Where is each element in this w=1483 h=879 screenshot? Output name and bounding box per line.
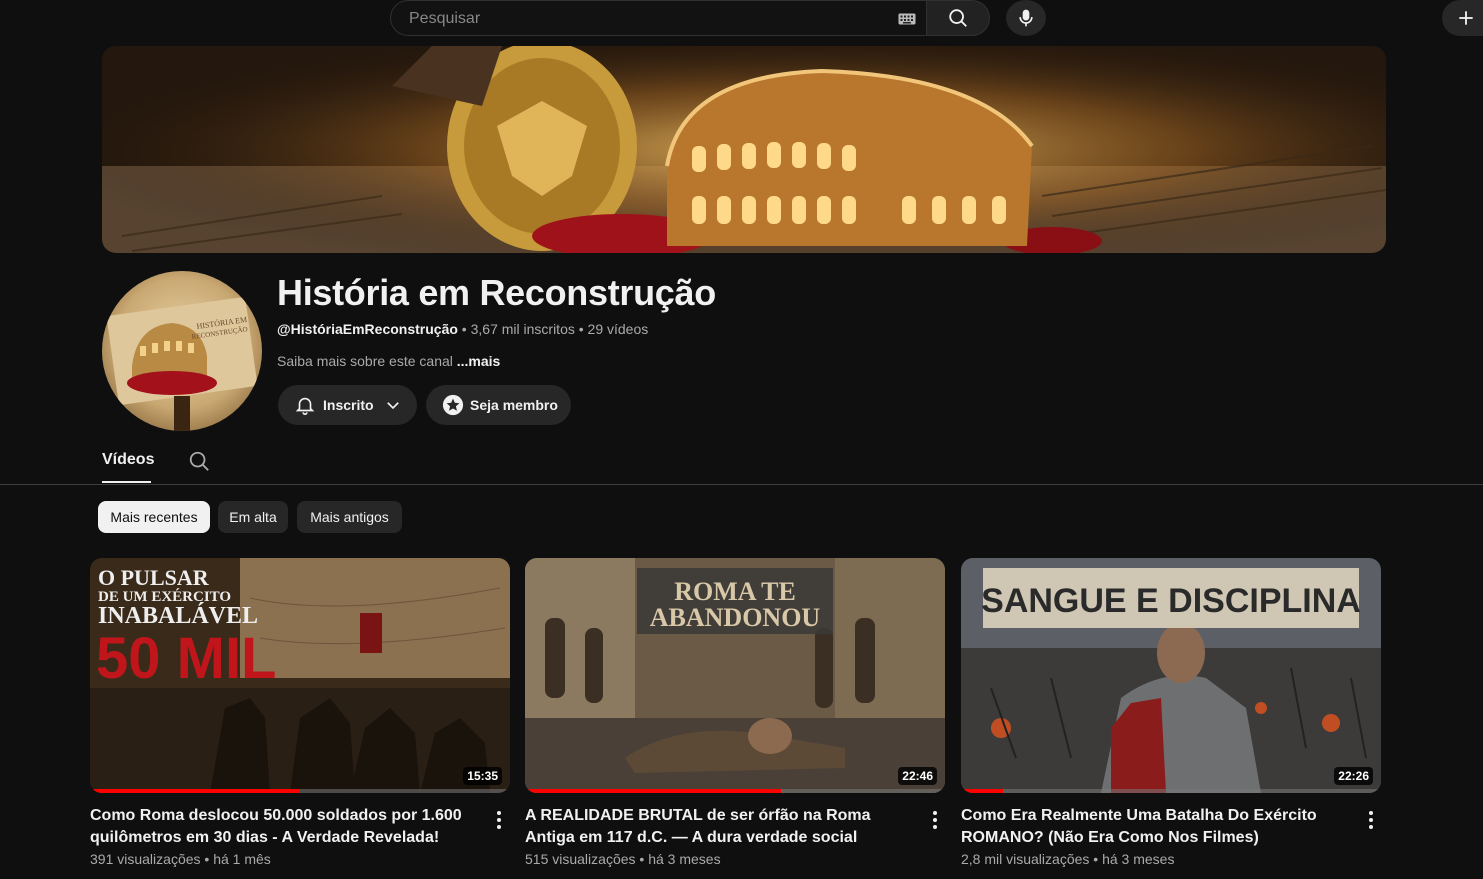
tab-active-indicator bbox=[102, 481, 151, 483]
video-thumbnail[interactable]: O PULSAR DE UM EXÉRCITO INABALÁVEL 50 MI… bbox=[90, 558, 510, 793]
avatar-art: HISTÓRIA EM RECONSTRUÇÃO bbox=[106, 296, 258, 431]
video-duration: 22:26 bbox=[1334, 767, 1373, 785]
thumbnail-art: SANGUE E DISCIPLINA bbox=[961, 558, 1381, 793]
video-menu-button[interactable] bbox=[487, 808, 511, 832]
about-text: Saiba mais sobre este canal bbox=[277, 353, 457, 369]
search-icon[interactable] bbox=[188, 450, 210, 472]
join-member-button[interactable]: Seja membro bbox=[426, 385, 571, 425]
video-thumbnail[interactable]: SANGUE E DISCIPLINA 22:26 bbox=[961, 558, 1381, 793]
watch-progress bbox=[90, 789, 510, 793]
channel-banner bbox=[102, 46, 1386, 253]
channel-stats: • 3,67 mil inscritos • 29 vídeos bbox=[457, 321, 649, 337]
video-meta: 391 visualizações • há 1 mês bbox=[90, 851, 271, 867]
bell-icon bbox=[295, 397, 315, 415]
search-box bbox=[390, 0, 926, 37]
watch-progress bbox=[961, 789, 1381, 793]
video-title[interactable]: A REALIDADE BRUTAL de ser órfão na Roma … bbox=[525, 805, 915, 849]
chip-newest[interactable]: Mais recentes bbox=[98, 501, 210, 533]
subscribed-label: Inscrito bbox=[323, 397, 374, 413]
tab-videos[interactable]: Vídeos bbox=[102, 451, 154, 469]
chip-oldest[interactable]: Mais antigos bbox=[297, 501, 402, 533]
more-vert-icon bbox=[497, 811, 501, 829]
member-label: Seja membro bbox=[470, 397, 558, 413]
video-title[interactable]: Como Era Realmente Uma Batalha Do Exérci… bbox=[961, 805, 1351, 849]
thumbnail-art: ROMA TE ABANDONOU bbox=[525, 558, 945, 793]
thumb-text-4: 50 MIL bbox=[96, 626, 277, 691]
voice-search-button[interactable] bbox=[1006, 0, 1046, 36]
thumb-text-1: O PULSAR bbox=[98, 565, 210, 590]
search-icon bbox=[949, 9, 967, 27]
chip-popular[interactable]: Em alta bbox=[218, 501, 288, 533]
plus-icon bbox=[1459, 11, 1473, 25]
tabs-divider bbox=[0, 484, 1483, 485]
channel-about[interactable]: Saiba mais sobre este canal ...mais bbox=[277, 353, 500, 369]
video-meta: 515 visualizações • há 3 meses bbox=[525, 851, 721, 867]
video-menu-button[interactable] bbox=[1359, 808, 1383, 832]
video-meta: 2,8 mil visualizações • há 3 meses bbox=[961, 851, 1175, 867]
watch-progress-fill bbox=[525, 789, 782, 793]
about-more-link[interactable]: ...mais bbox=[457, 353, 501, 369]
thumbnail-art: O PULSAR DE UM EXÉRCITO INABALÁVEL 50 MI… bbox=[90, 558, 510, 793]
channel-handle[interactable]: @HistóriaEmReconstrução bbox=[277, 321, 458, 337]
search-input[interactable] bbox=[407, 1, 881, 37]
chevron-down-icon bbox=[386, 402, 399, 410]
channel-name: História em Reconstrução bbox=[277, 272, 716, 313]
more-vert-icon bbox=[933, 811, 937, 829]
watch-progress bbox=[525, 789, 945, 793]
subscribed-button[interactable]: Inscrito bbox=[278, 385, 417, 425]
thumb-text-2: ABANDONOU bbox=[650, 603, 821, 632]
star-badge-icon bbox=[442, 394, 464, 416]
thumb-text-1: ROMA TE bbox=[674, 577, 796, 606]
mic-icon bbox=[1019, 9, 1033, 27]
watch-progress-fill bbox=[961, 789, 1003, 793]
video-duration: 22:46 bbox=[898, 767, 937, 785]
watch-progress-fill bbox=[90, 789, 300, 793]
video-thumbnail[interactable]: ROMA TE ABANDONOU 22:46 bbox=[525, 558, 945, 793]
video-title[interactable]: Como Roma deslocou 50.000 soldados por 1… bbox=[90, 805, 480, 849]
channel-avatar[interactable]: HISTÓRIA EM RECONSTRUÇÃO bbox=[102, 271, 262, 431]
search-button[interactable] bbox=[926, 0, 990, 36]
create-button[interactable] bbox=[1442, 0, 1483, 36]
video-duration: 15:35 bbox=[463, 767, 502, 785]
banner-art bbox=[102, 46, 1386, 253]
more-vert-icon bbox=[1369, 811, 1373, 829]
video-menu-button[interactable] bbox=[923, 808, 947, 832]
channel-meta: @HistóriaEmReconstrução • 3,67 mil inscr… bbox=[277, 321, 648, 337]
thumb-text-1: SANGUE E DISCIPLINA bbox=[981, 582, 1361, 620]
keyboard-icon[interactable] bbox=[898, 13, 916, 25]
